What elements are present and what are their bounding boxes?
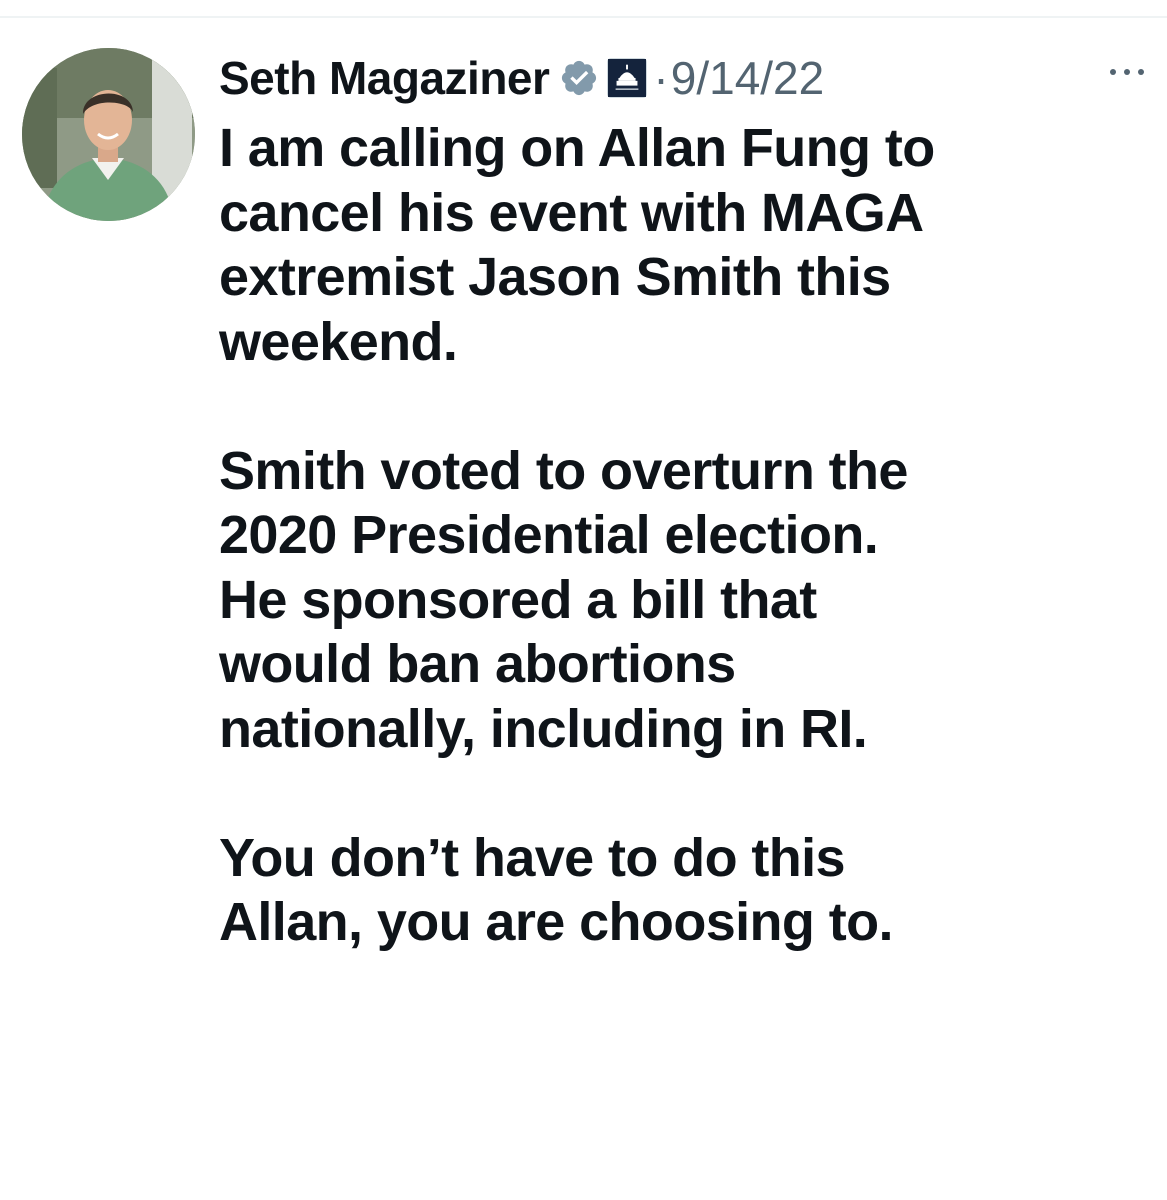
avatar[interactable] [22, 48, 195, 221]
author-name[interactable]: Seth Magaziner [219, 51, 550, 105]
tweet-date[interactable]: 9/14/22 [671, 51, 824, 105]
top-divider [0, 16, 1167, 18]
tweet[interactable]: Seth Magaziner · 9/14/22 I am calling on… [219, 46, 1144, 955]
tweet-text: I am calling on Allan Fung to cancel his… [219, 118, 935, 952]
tweet-header: Seth Magaziner · 9/14/22 [219, 46, 1139, 110]
separator-dot: · [653, 52, 669, 104]
house-democrats-affiliation-icon[interactable] [607, 58, 648, 98]
more-options-icon[interactable] [1105, 60, 1149, 84]
verified-badge-icon[interactable] [559, 58, 599, 98]
